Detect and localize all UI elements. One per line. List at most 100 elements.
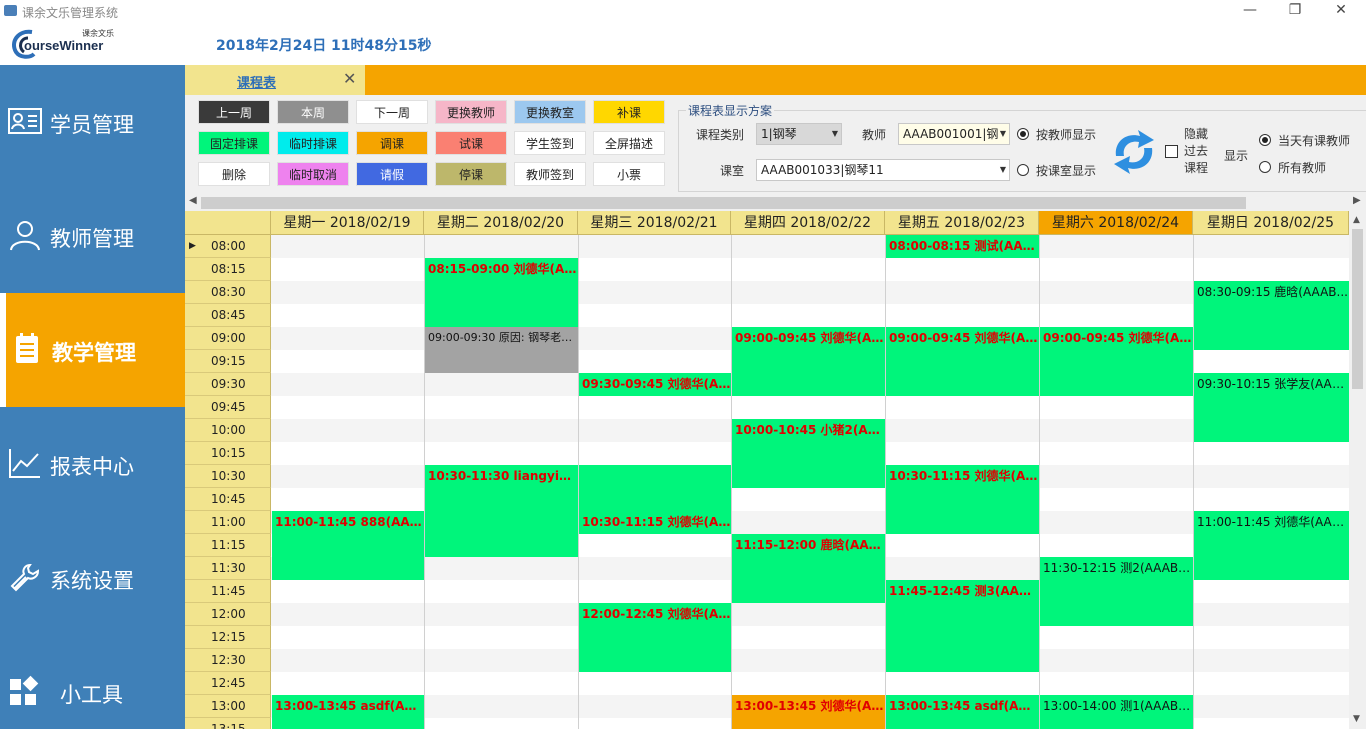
day-header[interactable]: 星期一 2018/02/19 bbox=[271, 211, 424, 235]
schedule-event[interactable]: 10:30-11:15 刘德华(AA... bbox=[579, 465, 731, 534]
sidebar-item-teachers[interactable]: 教师管理 bbox=[0, 179, 185, 293]
toolbar-button[interactable]: 学生签到 bbox=[514, 131, 586, 155]
teacher-select[interactable]: AAAB001001|钢 ▼ bbox=[898, 123, 1010, 145]
toolbar-button[interactable]: 请假 bbox=[356, 162, 428, 186]
time-slot-label[interactable]: 11:45 bbox=[185, 580, 271, 603]
scroll-up-icon[interactable]: ▲ bbox=[1353, 215, 1360, 225]
toolbar-button[interactable]: 全屏描述 bbox=[593, 131, 665, 155]
time-slot-label[interactable]: 08:30 bbox=[185, 281, 271, 304]
toolbar-button[interactable]: 固定排课 bbox=[198, 131, 270, 155]
restore-button[interactable]: ❐ bbox=[1283, 2, 1307, 18]
vertical-scrollbar[interactable]: ▲ ▼ bbox=[1349, 211, 1366, 729]
schedule-event[interactable]: 11:15-12:00 鹿晗(AAAB... bbox=[732, 534, 885, 603]
schedule-event[interactable]: 09:30-09:45 刘德华(AA... bbox=[579, 373, 731, 396]
toolbar-button[interactable]: 小票 bbox=[593, 162, 665, 186]
today-teachers-radio[interactable] bbox=[1259, 134, 1271, 146]
toolbar-button[interactable]: 临时排课 bbox=[277, 131, 349, 155]
scroll-down-icon[interactable]: ▼ bbox=[1353, 714, 1360, 724]
schedule-event[interactable]: 09:00-09:45 刘德华(AA... bbox=[732, 327, 885, 396]
schedule-event[interactable]: 08:00-08:15 测试(AAAB... bbox=[886, 235, 1039, 258]
sidebar-item-reports[interactable]: 报表中心 bbox=[0, 407, 185, 521]
time-slot-label[interactable]: 11:00 bbox=[185, 511, 271, 534]
time-slot-label[interactable]: 12:45 bbox=[185, 672, 271, 695]
schedule-event[interactable]: 09:00-09:45 刘德华(AA... bbox=[886, 327, 1039, 396]
toolbar-button[interactable]: 停课 bbox=[435, 162, 507, 186]
day-header[interactable]: 星期二 2018/02/20 bbox=[424, 211, 578, 235]
scrollbar-thumb[interactable] bbox=[201, 197, 1246, 209]
by-room-radio[interactable] bbox=[1017, 164, 1029, 176]
tab-schedule[interactable]: 课程表 ✕ bbox=[185, 65, 365, 95]
sidebar-item-tools[interactable]: 小工具 bbox=[0, 635, 185, 749]
toolbar-button[interactable]: 临时取消 bbox=[277, 162, 349, 186]
toolbar-button[interactable]: 调课 bbox=[356, 131, 428, 155]
horizontal-scrollbar[interactable]: ◀ ▶ bbox=[185, 195, 1366, 211]
time-slot-label[interactable]: 10:15 bbox=[185, 442, 271, 465]
schedule-event[interactable]: 10:00-10:45 小猪2(AAA... bbox=[732, 419, 885, 488]
schedule-event[interactable]: 09:00-09:45 刘德华(AA... bbox=[1040, 327, 1193, 396]
schedule-event[interactable]: 12:00-12:45 刘德华(AA... bbox=[579, 603, 731, 672]
refresh-icon[interactable] bbox=[1108, 128, 1160, 176]
close-window-button[interactable]: ✕ bbox=[1329, 2, 1353, 18]
schedule-event[interactable]: 08:30-09:15 鹿晗(AAAB... bbox=[1194, 281, 1349, 350]
time-slot-label[interactable]: 10:00 bbox=[185, 419, 271, 442]
schedule-event[interactable]: 13:00-14:00 测1(AAAB0... bbox=[1040, 695, 1193, 729]
time-slot-label[interactable]: 12:30 bbox=[185, 649, 271, 672]
time-text: 11:30 bbox=[211, 561, 246, 575]
schedule-event[interactable]: 09:30-10:15 张学友(AAA... bbox=[1194, 373, 1349, 442]
time-slot-label[interactable]: 13:15 bbox=[185, 718, 271, 729]
time-slot-label[interactable]: 08:00 ▶ bbox=[185, 235, 271, 258]
day-header[interactable]: 星期六 2018/02/24 bbox=[1039, 211, 1193, 235]
time-slot-label[interactable]: 08:15 bbox=[185, 258, 271, 281]
time-slot-label[interactable]: 12:00 bbox=[185, 603, 271, 626]
toolbar-button[interactable]: 下一周 bbox=[356, 100, 428, 124]
all-teachers-radio[interactable] bbox=[1259, 161, 1271, 173]
day-header[interactable]: 星期五 2018/02/23 bbox=[885, 211, 1039, 235]
toolbar-button[interactable]: 试课 bbox=[435, 131, 507, 155]
schedule-event[interactable]: 13:00-13:45 asdf(AAAB... bbox=[886, 695, 1039, 729]
time-text: 08:15 bbox=[211, 262, 246, 276]
close-tab-icon[interactable]: ✕ bbox=[343, 69, 356, 88]
time-slot-label[interactable]: 10:45 bbox=[185, 488, 271, 511]
schedule-event[interactable]: 10:30-11:30 liangyiwei... bbox=[425, 465, 578, 557]
scroll-left-icon[interactable]: ◀ bbox=[189, 195, 197, 206]
toolbar-button[interactable]: 上一周 bbox=[198, 100, 270, 124]
schedule-event[interactable]: 10:30-11:15 刘德华(AA... bbox=[886, 465, 1039, 534]
time-slot-label[interactable]: 09:00 bbox=[185, 327, 271, 350]
time-slot-label[interactable]: 13:00 bbox=[185, 695, 271, 718]
course-type-select[interactable]: 1|钢琴 ▼ bbox=[756, 123, 842, 145]
time-slot-label[interactable]: 11:15 bbox=[185, 534, 271, 557]
room-select[interactable]: AAAB001033|钢琴11 ▼ bbox=[756, 159, 1010, 181]
time-slot-label[interactable]: 10:30 bbox=[185, 465, 271, 488]
toolbar-button[interactable]: 删除 bbox=[198, 162, 270, 186]
time-slot-label[interactable]: 12:15 bbox=[185, 626, 271, 649]
scrollbar-thumb[interactable] bbox=[1352, 229, 1363, 389]
scroll-right-icon[interactable]: ▶ bbox=[1353, 195, 1361, 206]
time-slot-label[interactable]: 09:30 bbox=[185, 373, 271, 396]
time-slot-label[interactable]: 09:45 bbox=[185, 396, 271, 419]
schedule-event[interactable]: 13:00-13:45 刘德华(AA... bbox=[732, 695, 885, 729]
toolbar-button[interactable]: 教师签到 bbox=[514, 162, 586, 186]
day-header[interactable]: 星期四 2018/02/22 bbox=[731, 211, 885, 235]
day-header[interactable]: 星期日 2018/02/25 bbox=[1193, 211, 1349, 235]
toolbar-button[interactable]: 补课 bbox=[593, 100, 665, 124]
time-slot-label[interactable]: 08:45 bbox=[185, 304, 271, 327]
toolbar-button[interactable]: 更换教师 bbox=[435, 100, 507, 124]
sidebar-item-teaching[interactable]: 教学管理 bbox=[0, 293, 185, 407]
schedule-event[interactable]: 11:00-11:45 刘德华(AAA... bbox=[1194, 511, 1349, 580]
minimize-button[interactable]: — bbox=[1238, 2, 1262, 18]
schedule-event[interactable]: 09:00-09:30 原因: 钢琴老师 不... bbox=[425, 327, 578, 373]
sidebar-item-settings[interactable]: 系统设置 bbox=[0, 521, 185, 635]
sidebar-item-students[interactable]: 学员管理 bbox=[0, 65, 185, 179]
time-slot-label[interactable]: 09:15 bbox=[185, 350, 271, 373]
by-teacher-radio[interactable] bbox=[1017, 128, 1029, 140]
schedule-event[interactable]: 11:45-12:45 测3(AAAB0... bbox=[886, 580, 1039, 672]
toolbar-button[interactable]: 本周 bbox=[277, 100, 349, 124]
day-header[interactable]: 星期三 2018/02/21 bbox=[578, 211, 731, 235]
schedule-event[interactable]: 13:00-13:45 asdf(AAA... bbox=[272, 695, 424, 729]
toolbar-button[interactable]: 更换教室 bbox=[514, 100, 586, 124]
schedule-event[interactable]: 11:00-11:45 888(AAAB... bbox=[272, 511, 424, 580]
schedule-event[interactable]: 11:30-12:15 测2(AAAB0... bbox=[1040, 557, 1193, 626]
schedule-event[interactable]: 08:15-09:00 刘德华(AA... bbox=[425, 258, 578, 327]
hide-past-checkbox[interactable] bbox=[1165, 145, 1178, 158]
time-slot-label[interactable]: 11:30 bbox=[185, 557, 271, 580]
